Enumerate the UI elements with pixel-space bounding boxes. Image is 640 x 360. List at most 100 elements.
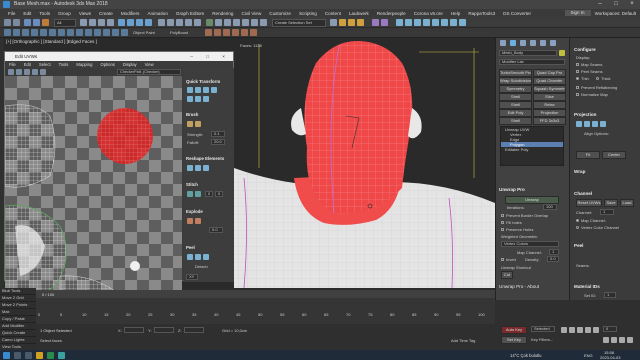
script-icon[interactable]: [396, 19, 403, 26]
current-frame-field[interactable]: 0: [603, 326, 617, 332]
ribbon-icon-20[interactable]: [250, 29, 257, 36]
peel-icon-2[interactable]: [195, 254, 201, 260]
qt-icon-4[interactable]: [211, 87, 217, 93]
percent-snap-icon[interactable]: [185, 19, 192, 26]
ribbon-icon-16[interactable]: [214, 29, 221, 36]
utilities-tab-icon[interactable]: [550, 40, 556, 46]
rotate-icon[interactable]: [127, 19, 134, 26]
prevent-border-overlap-option[interactable]: Prevent Border Overlap: [501, 213, 548, 218]
select-object-icon[interactable]: [80, 19, 87, 26]
key-filters-link[interactable]: Key Filters...: [531, 337, 553, 342]
menu-tools[interactable]: Tools: [35, 11, 54, 16]
stack-item-editable-poly[interactable]: Editable Poly: [501, 147, 563, 152]
placement-icon[interactable]: [145, 19, 152, 26]
polyboost-label[interactable]: PolyBoost: [170, 30, 188, 35]
uv-menu-mapping[interactable]: Mapping: [72, 62, 96, 67]
angle-snap-icon[interactable]: [176, 19, 183, 26]
object-paint-label[interactable]: Object Paint: [133, 30, 155, 35]
reset-uvws-button[interactable]: Reset UVWs: [576, 199, 602, 207]
layer-explorer-icon[interactable]: [233, 19, 240, 26]
uv-menu-edit[interactable]: Edit: [20, 62, 35, 67]
qt-icon-5[interactable]: [187, 96, 193, 102]
language-indicator[interactable]: ENG: [584, 353, 593, 358]
move-icon[interactable]: [118, 19, 125, 26]
brush-header[interactable]: Brush: [186, 112, 198, 117]
menu-content[interactable]: Content: [321, 11, 345, 16]
qt-icon-2[interactable]: [195, 87, 201, 93]
hierarchy-tab-icon[interactable]: [520, 40, 526, 46]
modify-tab-icon[interactable]: [510, 40, 516, 46]
uv-canvas[interactable]: [5, 76, 182, 312]
wrap-subdivision-button[interactable]: Wrap Subdivision: [499, 77, 532, 85]
ribbon-icon-17[interactable]: [223, 29, 230, 36]
uv-freeform-icon[interactable]: [32, 69, 38, 75]
zoom-icon[interactable]: [603, 337, 609, 343]
next-frame-icon[interactable]: [585, 327, 591, 333]
relax-button[interactable]: Relax: [533, 101, 566, 109]
link-icon[interactable]: [24, 19, 31, 26]
menu-modifiers[interactable]: Modifiers: [117, 11, 144, 16]
workspaces-dropdown[interactable]: Workspaces: Default: [595, 11, 636, 16]
add-time-tag[interactable]: Add Time Tag: [451, 338, 475, 343]
peel-header-right[interactable]: Peel: [574, 243, 583, 248]
qt-icon-7[interactable]: [203, 96, 209, 102]
wrap-header[interactable]: Wrap: [574, 169, 585, 174]
reshape-icon-2[interactable]: [195, 165, 201, 171]
menu-file[interactable]: File: [4, 11, 19, 16]
script-2-icon[interactable]: [405, 19, 412, 26]
load-button[interactable]: Load: [620, 199, 634, 207]
slice-button[interactable]: Slice: [533, 93, 566, 101]
edit-named-selection-icon[interactable]: [206, 19, 213, 26]
qt-icon-6[interactable]: [195, 96, 201, 102]
map-channel-value[interactable]: 1: [549, 249, 559, 255]
selection-filter-dropdown[interactable]: All: [54, 19, 76, 27]
invert-option[interactable]: Invert: [501, 257, 516, 262]
uv-zoom-mode[interactable]: XY: [186, 274, 198, 280]
window-crossing-icon[interactable]: [107, 19, 114, 26]
toggle-ribbon-icon[interactable]: [242, 19, 249, 26]
unwrap-pro-about[interactable]: Unwrap Pro - About: [499, 284, 539, 289]
map-channel-option[interactable]: Map Channel:: [576, 218, 606, 223]
channel-header[interactable]: Channel: [574, 191, 592, 196]
ribbon-icon-1[interactable]: [4, 29, 11, 36]
normalize-map-option[interactable]: Normalize Map: [576, 92, 608, 97]
ribbon-icon-11[interactable]: [94, 29, 101, 36]
material-ids-header[interactable]: Material IDs: [574, 284, 600, 289]
tool-camo-lights[interactable]: Camo Lights: [0, 337, 36, 344]
sign-in-button[interactable]: Sign In: [564, 10, 591, 16]
orbit-icon[interactable]: [619, 337, 625, 343]
pan-icon[interactable]: [611, 337, 617, 343]
peel-seams-option[interactable]: Peel Seams: [576, 69, 603, 74]
cut-button[interactable]: Cut: [501, 271, 513, 279]
unwrap-pro-header[interactable]: Unwrap Pro: [499, 187, 525, 192]
projection-header[interactable]: Projection: [574, 112, 596, 117]
unlink-icon[interactable]: [33, 19, 40, 26]
menu-help[interactable]: Help: [447, 11, 464, 16]
explode-icon-1[interactable]: [187, 218, 193, 224]
brush-icon-1[interactable]: [187, 121, 193, 127]
uv-move-icon[interactable]: [8, 69, 14, 75]
minimize-button[interactable]: –: [592, 0, 608, 9]
ribbon-icon-7[interactable]: [58, 29, 65, 36]
tool-blub-tools[interactable]: Blub Tools: [0, 288, 36, 295]
stitch-icon-1[interactable]: [187, 191, 193, 197]
time-slider-track[interactable]: 0 / 100: [36, 290, 495, 298]
cylindrical-map-icon[interactable]: [584, 121, 590, 127]
curve-editor-icon[interactable]: [251, 19, 258, 26]
corona-icon[interactable]: [372, 19, 379, 26]
menu-create[interactable]: Create: [95, 11, 117, 16]
ribbon-icon-19[interactable]: [241, 29, 248, 36]
align-icon[interactable]: [224, 19, 231, 26]
menu-edit[interactable]: Edit: [19, 11, 35, 16]
go-to-start-icon[interactable]: [561, 327, 567, 333]
x-coordinate[interactable]: [124, 327, 144, 333]
viewport-label[interactable]: [+] [Orthographic ] [Standard ] [Edged F…: [6, 39, 97, 44]
file-explorer-icon[interactable]: [36, 352, 43, 359]
key-mode-dropdown[interactable]: Selected: [531, 326, 555, 332]
menu-laubwerk[interactable]: Laubwerk: [345, 11, 373, 16]
menu-corona[interactable]: Corona v8.ore: [410, 11, 447, 16]
play-icon[interactable]: [577, 327, 583, 333]
rect-selection-icon[interactable]: [98, 19, 105, 26]
close-button[interactable]: ×: [624, 0, 640, 9]
redo-icon[interactable]: [13, 19, 20, 26]
